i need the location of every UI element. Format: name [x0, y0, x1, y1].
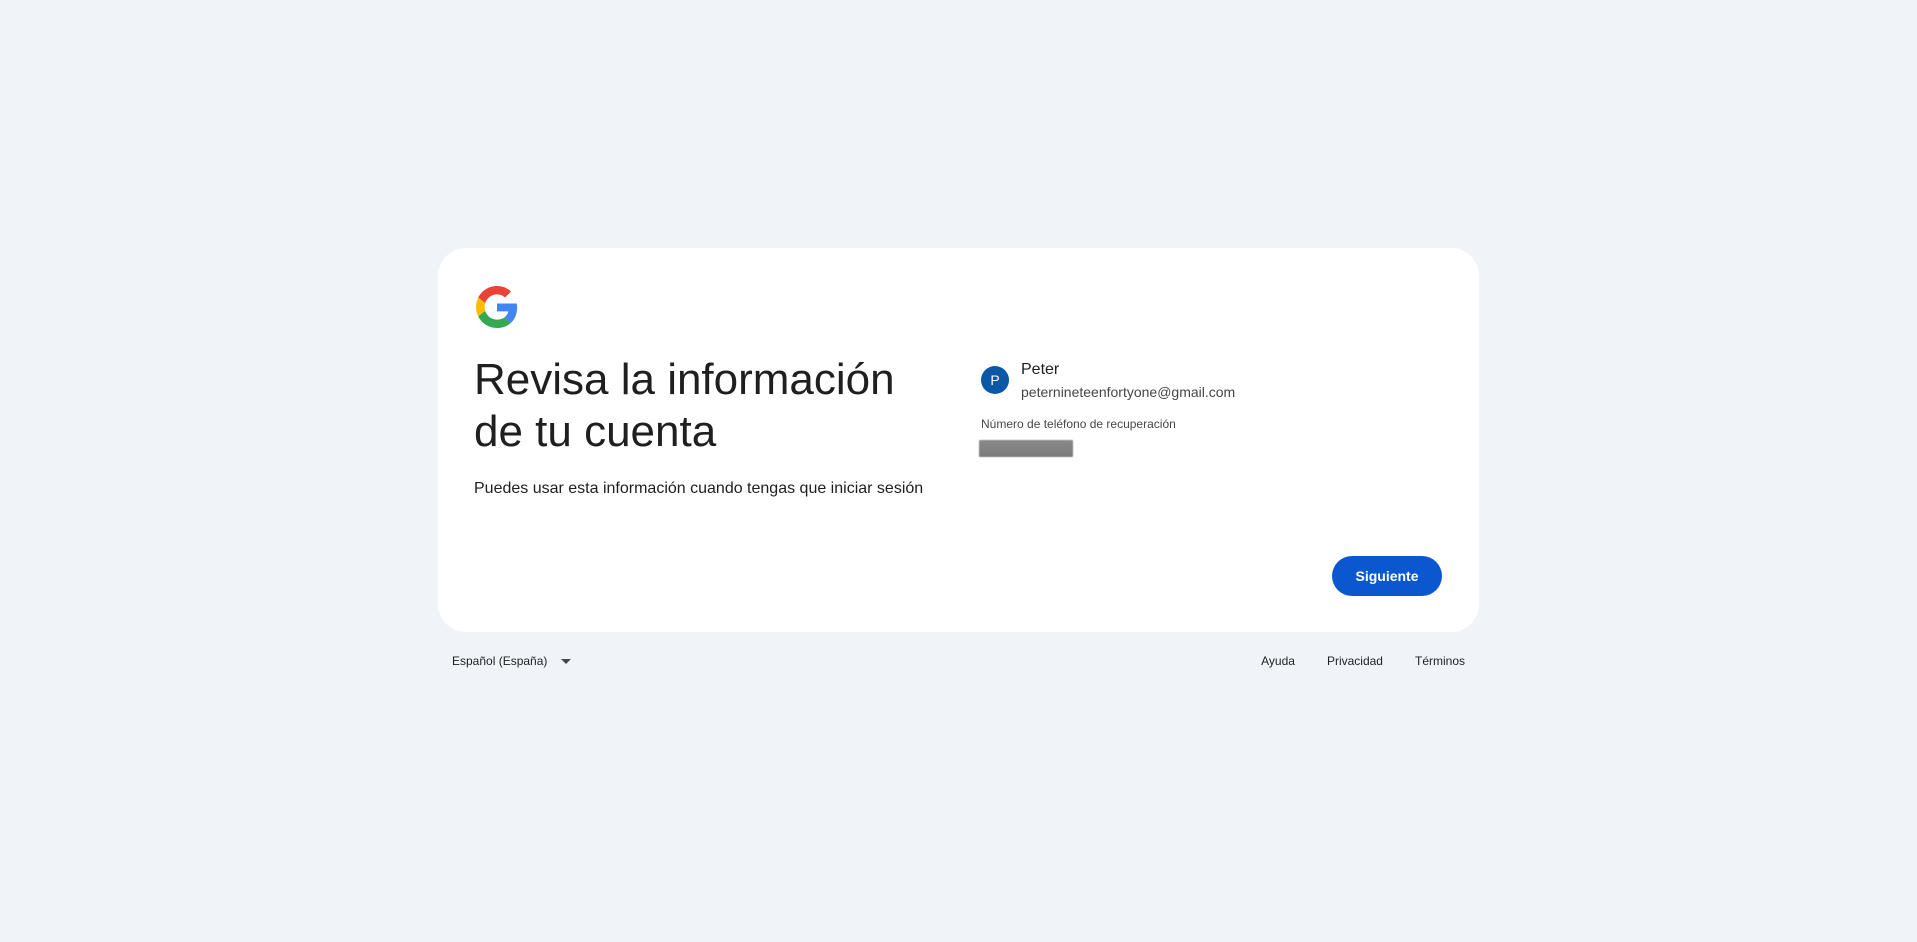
next-button[interactable]: Siguiente [1332, 556, 1442, 596]
footer: Español (España) Ayuda Privacidad Términ… [438, 652, 1479, 676]
account-review-card: Revisa la información de tu cuenta Puede… [438, 248, 1479, 632]
language-label: Español (España) [452, 654, 548, 668]
caret-down-icon [561, 658, 572, 664]
footer-link-terms[interactable]: Términos [1415, 654, 1465, 668]
footer-link-privacy[interactable]: Privacidad [1327, 654, 1383, 668]
language-selector[interactable]: Español (España) [452, 654, 572, 668]
footer-link-help[interactable]: Ayuda [1261, 654, 1295, 668]
account-email: peternineteenfortyone@gmail.com [1021, 384, 1236, 400]
page-title: Revisa la información de tu cuenta [474, 355, 895, 456]
recovery-phone-redacted [979, 440, 1073, 457]
account-name: Peter [1021, 361, 1060, 378]
avatar: P [981, 366, 1009, 394]
footer-links: Ayuda Privacidad Términos [1261, 654, 1465, 668]
google-g-logo-icon [476, 286, 518, 328]
page-subtitle: Puedes usar esta información cuando teng… [474, 480, 924, 497]
recovery-phone-label: Número de teléfono de recuperación [981, 417, 1176, 431]
account-summary: P Peter peternineteenfortyone@gmail.com [981, 360, 1381, 404]
